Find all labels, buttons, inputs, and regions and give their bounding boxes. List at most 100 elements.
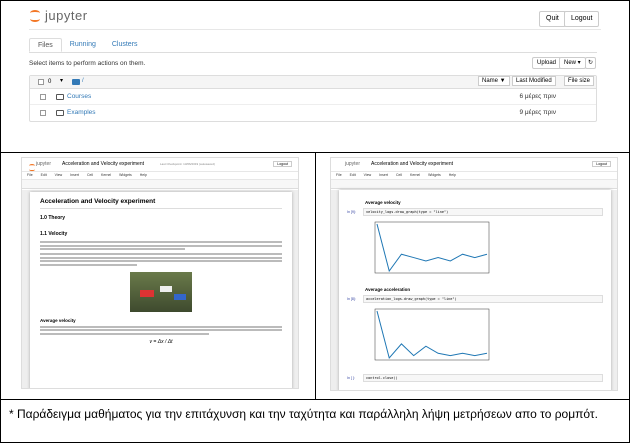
acceleration-chart [374,308,490,361]
menu-insert[interactable]: Insert [70,173,79,178]
sort-modified-button[interactable]: Last Modified [512,76,556,86]
row-checkbox[interactable] [40,94,46,100]
menu-kernel[interactable]: Kernel [101,173,111,178]
notebook-body: Average velocity In [9]: velocity_logs.d… [331,190,617,390]
menu-cell[interactable]: Cell [396,173,402,178]
notebook-title[interactable]: Acceleration and Velocity experiment [62,161,144,167]
tab-bar: Files Running Clusters [29,38,146,52]
jupyter-logo[interactable]: jupyter [29,5,601,25]
sort-size-button[interactable]: File size [564,76,595,86]
tab-divider [29,52,597,53]
jupyter-home-cell: jupyter Quit Logout Files Running Cluste… [1,1,630,153]
heading-theory: 1.0 Theory [40,215,66,221]
menu-kernel[interactable]: Kernel [410,173,420,178]
menu-help[interactable]: Help [140,173,147,178]
tab-clusters[interactable]: Clusters [104,38,146,52]
velocity-chart [374,221,490,274]
notebook-title[interactable]: Acceleration and Velocity experiment [371,161,453,167]
menu-widgets[interactable]: Widgets [428,173,441,178]
code-input[interactable]: control.close() [363,374,603,382]
notebook-toolbar[interactable] [331,180,617,189]
heading-average-acceleration: Average acceleration [365,287,411,292]
menu-cell[interactable]: Cell [87,173,93,178]
home-folder-icon[interactable] [72,79,80,85]
sort-name-button[interactable]: Name ▼ [478,76,510,86]
notebook-header: jupyter Acceleration and Velocity experi… [331,158,617,172]
paragraph-3 [40,325,282,335]
cell-prompt: In [8]: [347,297,356,301]
logout-button[interactable]: Logout [273,161,292,167]
menu-file[interactable]: File [336,173,342,178]
new-dropdown[interactable]: New ▾ [559,57,586,69]
tab-running[interactable]: Running [62,38,104,52]
list-header: 0 ▾ / Name ▼ Last Modified File size [30,76,596,89]
modified-time: 9 μέρες πριν [519,109,556,116]
folder-icon [56,110,64,116]
notebook-charts-cell: jupyter Acceleration and Velocity experi… [316,153,630,400]
code-input[interactable]: acceleration_logs.draw_graph(type = "lin… [363,295,603,303]
menu-file[interactable]: File [27,173,33,178]
heading-average-velocity: Average velocity [365,200,401,205]
figure-frame: jupyter Quit Logout Files Running Cluste… [0,0,630,443]
menu-bar: File Edit View Insert Cell Kernel Widget… [22,172,298,180]
folder-link-examples[interactable]: Examples [67,109,96,116]
race-car-image [130,271,192,312]
upload-button[interactable]: Upload [532,57,562,69]
breadcrumb[interactable]: / [82,78,84,84]
code-cell-3[interactable]: In [ ]: control.close() [347,374,603,382]
code-cell-2[interactable]: In [8]: acceleration_logs.draw_graph(typ… [347,295,603,303]
notebook-window: jupyter Acceleration and Velocity experi… [330,157,618,391]
notebook-header: jupyter Acceleration and Velocity experi… [22,158,298,172]
logo-text: jupyter [36,161,52,167]
jupyter-logo-icon [28,163,35,172]
jupyter-logo-icon [29,8,41,22]
notebook-toolbar[interactable] [22,180,298,189]
cell-prompt: In [ ]: [347,376,355,380]
code-cell-1[interactable]: In [9]: velocity_logs.draw_graph(type = … [347,208,603,216]
logo-text: jupyter [45,7,88,23]
menu-widgets[interactable]: Widgets [119,173,132,178]
logo-text: jupyter [345,161,361,167]
checkpoint-status: Last Checkpoint: 13/06/2019 (autosaved) [160,162,215,166]
menu-view[interactable]: View [55,173,63,178]
menu-help[interactable]: Help [449,173,456,178]
file-list: 0 ▾ / Name ▼ Last Modified File size Cou… [29,75,597,122]
notebook-page: Acceleration and Velocity experiment 1.0… [30,192,292,388]
plot-frame [374,221,490,274]
menu-bar: File Edit View Insert Cell Kernel Widget… [331,172,617,180]
notebook-body: Acceleration and Velocity experiment 1.0… [22,190,298,388]
menu-insert[interactable]: Insert [379,173,388,178]
refresh-icon[interactable]: ↻ [585,57,597,69]
list-item[interactable]: Examples 9 μέρες πριν [30,105,596,121]
logout-button[interactable]: Logout [592,161,611,167]
paragraph-1 [40,241,282,250]
quit-button[interactable]: Quit [539,11,566,27]
figure-caption: * Παράδειγμα μαθήματος για την επιτάχυνσ… [9,407,598,421]
code-input[interactable]: velocity_logs.draw_graph(type = "line") [363,208,603,216]
select-all-checkbox[interactable] [38,79,44,85]
paragraph-2 [40,253,282,266]
heading-average-velocity: Average velocity [40,317,76,323]
select-hint: Select items to perform actions on them. [29,60,146,67]
list-item[interactable]: Courses 6 μέρες πριν [30,89,596,105]
cell-prompt: In [9]: [347,210,356,214]
folder-link-courses[interactable]: Courses [67,93,91,100]
menu-view[interactable]: View [364,173,372,178]
selected-count: 0 [48,79,52,85]
heading-main: Acceleration and Velocity experiment [40,198,282,209]
tab-files[interactable]: Files [29,38,62,52]
jupyter-home: jupyter Quit Logout Files Running Cluste… [29,5,601,122]
heading-velocity: 1.1 Velocity [40,231,68,237]
notebook-theory-cell: jupyter Acceleration and Velocity experi… [1,153,316,400]
header-divider [29,29,601,30]
folder-icon [56,94,64,100]
plot-frame [374,308,490,361]
menu-edit[interactable]: Edit [350,173,356,178]
velocity-formula: v = Δx / Δt [149,338,173,345]
notebook-page: Average velocity In [9]: velocity_logs.d… [339,190,611,390]
logout-button[interactable]: Logout [564,11,600,27]
row-checkbox[interactable] [40,110,46,116]
select-dropdown[interactable]: ▾ [60,77,63,84]
modified-time: 6 μέρες πριν [519,93,556,100]
menu-edit[interactable]: Edit [41,173,47,178]
